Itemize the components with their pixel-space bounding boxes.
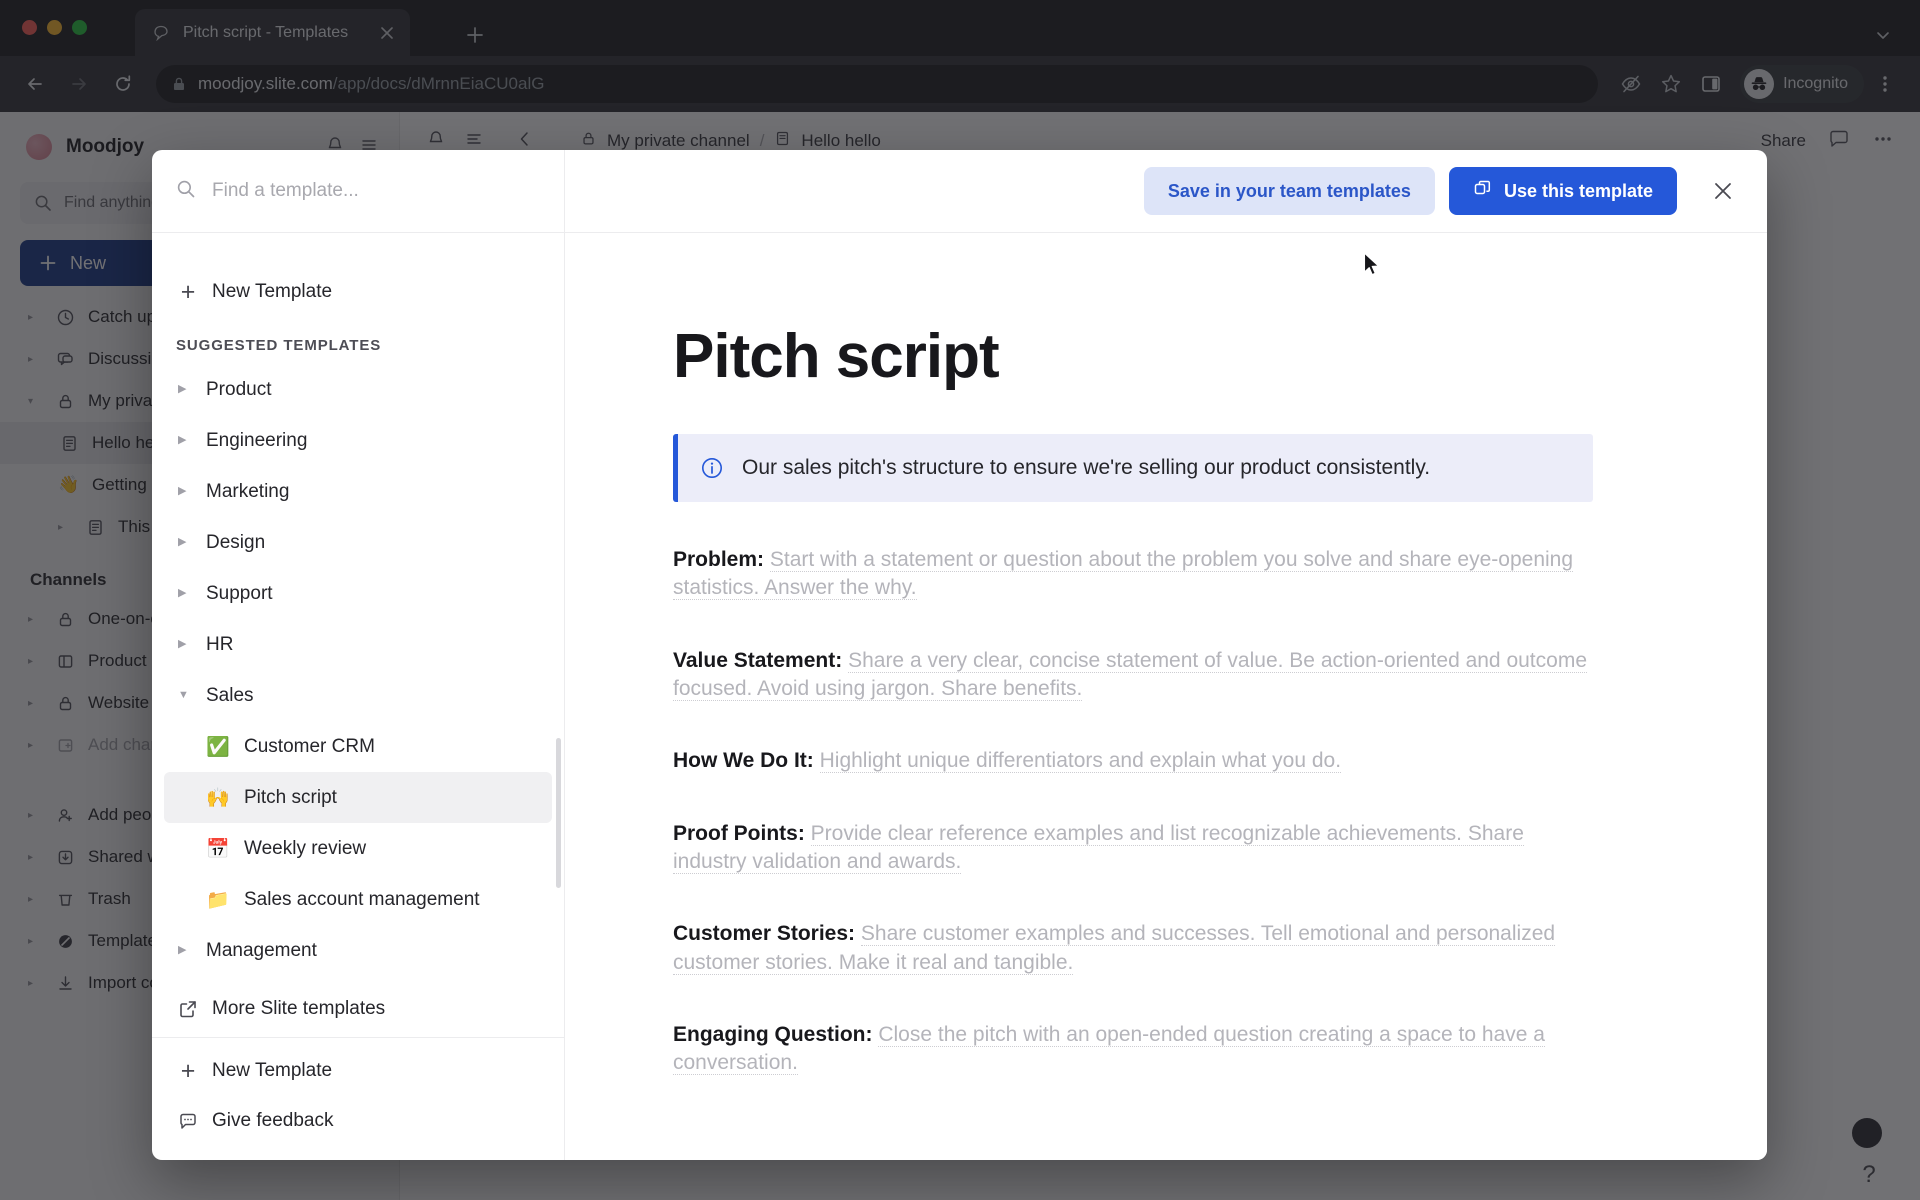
category-label: Marketing [206,480,290,502]
give-feedback-button[interactable]: Give feedback [152,1096,564,1146]
more-slite-templates-link[interactable]: More Slite templates [152,984,564,1034]
give-feedback-label: Give feedback [212,1110,334,1131]
check-mark-emoji-icon: ✅ [206,736,230,758]
category-label: Sales [206,684,254,706]
plus-icon: + [180,1056,196,1085]
template-item-sales-account-management[interactable]: 📁 Sales account management [164,874,552,925]
page-title: Pitch script [673,322,1000,391]
template-item-label: Weekly review [244,837,367,859]
mouse-cursor [1363,252,1381,283]
chevron-right-icon: ▶ [178,638,187,650]
category-label: Product [206,378,272,400]
template-item-label: Pitch script [244,786,337,808]
section-label: Engaging Question: [673,1023,873,1047]
new-template-bottom-label: New Template [212,1060,333,1081]
template-category-product[interactable]: ▶ Product [152,364,564,415]
info-callout: Our sales pitch's structure to ensure we… [673,434,1593,502]
template-search[interactable] [152,150,565,232]
raised-hands-emoji-icon: 🙌 [206,787,230,809]
template-preview-pane[interactable]: Pitch script Our sales pitch's structure… [565,233,1767,1160]
category-label: Engineering [206,429,308,451]
section-label: Customer Stories: [673,922,856,946]
callout-text: Our sales pitch's structure to ensure we… [742,456,1431,479]
feedback-bubble-icon [176,1111,200,1131]
section-value-statement: Value Statement: Share a very clear, con… [673,647,1593,704]
section-label: Proof Points: [673,821,805,845]
use-this-template-button[interactable]: Use this template [1448,167,1677,215]
search-input[interactable] [212,180,540,202]
template-list-scroll[interactable]: TEAM TEMPLATES + New Template SUGGESTED … [152,233,564,1037]
section-proof-points: Proof Points: Provide clear reference ex… [673,820,1593,877]
more-slite-templates-label: More Slite templates [212,998,386,1019]
calendar-emoji-icon: 📅 [206,838,230,860]
template-category-design[interactable]: ▶ Design [152,517,564,568]
external-link-icon [176,999,200,1019]
category-label: HR [206,633,234,655]
section-how-we-do-it: How We Do It: Highlight unique different… [673,747,1593,775]
section-label: Value Statement: [673,648,843,672]
modal-body: TEAM TEMPLATES + New Template SUGGESTED … [152,233,1767,1160]
use-this-template-label: Use this template [1503,180,1653,201]
template-category-sales[interactable]: ▼ Sales [152,670,564,721]
chevron-right-icon: ▶ [178,587,187,599]
template-item-customer-crm[interactable]: ✅ Customer CRM [164,721,552,772]
section-label: Problem: [673,548,765,571]
save-in-team-templates-button[interactable]: Save in your team templates [1143,167,1435,215]
close-modal-button[interactable] [1701,169,1745,213]
template-sidebar: TEAM TEMPLATES + New Template SUGGESTED … [152,233,565,1160]
template-item-pitch-script[interactable]: 🙌 Pitch script [164,772,552,823]
new-template-bottom-button[interactable]: + New Template [152,1046,564,1096]
category-label: Support [206,582,273,604]
section-text: Highlight unique differentiators and exp… [819,749,1342,774]
template-item-weekly-review[interactable]: 📅 Weekly review [164,823,552,874]
duplicate-icon [1473,179,1492,203]
chevron-right-icon: ▶ [178,485,187,497]
info-icon [700,456,724,480]
template-sidebar-footer: + New Template Give feedback [152,1037,564,1160]
team-templates-heading-clipped: TEAM TEMPLATES [152,233,564,247]
new-template-top-label: New Template [212,281,333,302]
chevron-right-icon: ▶ [178,383,187,395]
template-category-marketing[interactable]: ▶ Marketing [152,466,564,517]
template-category-hr[interactable]: ▶ HR [152,619,564,670]
chevron-right-icon: ▶ [178,536,187,548]
template-list-scrollbar[interactable] [556,738,561,888]
section-problem: Problem: Start with a statement or quest… [673,546,1593,603]
plus-icon: + [180,277,196,306]
search-icon [176,179,196,204]
new-template-top-button[interactable]: + New Template [152,267,564,317]
section-text: Start with a statement or question about… [673,548,1574,601]
template-item-label: Sales account management [244,888,480,910]
template-category-support[interactable]: ▶ Support [152,568,564,619]
suggested-templates-heading: SUGGESTED TEMPLATES [176,337,382,354]
template-category-management[interactable]: ▶ Management [152,925,564,976]
category-label: Design [206,531,266,553]
chevron-right-icon: ▶ [178,944,187,956]
section-engaging-question: Engaging Question: Close the pitch with … [673,1021,1593,1078]
browser-window: Pitch script - Templates moodjoy.slite.c [0,0,1920,1200]
modal-header: Save in your team templates Use this tem… [152,150,1767,233]
modal-header-actions: Save in your team templates Use this tem… [1143,167,1767,215]
chevron-down-icon: ▼ [178,689,189,701]
document-content: Pitch script Our sales pitch's structure… [673,321,1593,1078]
section-customer-stories: Customer Stories: Share customer example… [673,920,1593,977]
folder-emoji-icon: 📁 [206,889,230,911]
template-category-engineering[interactable]: ▶ Engineering [152,415,564,466]
chevron-right-icon: ▶ [178,434,187,446]
category-label: Management [206,939,317,961]
template-item-label: Customer CRM [244,735,375,757]
section-label: How We Do It: [673,749,814,773]
template-picker-modal: Save in your team templates Use this tem… [152,150,1767,1160]
